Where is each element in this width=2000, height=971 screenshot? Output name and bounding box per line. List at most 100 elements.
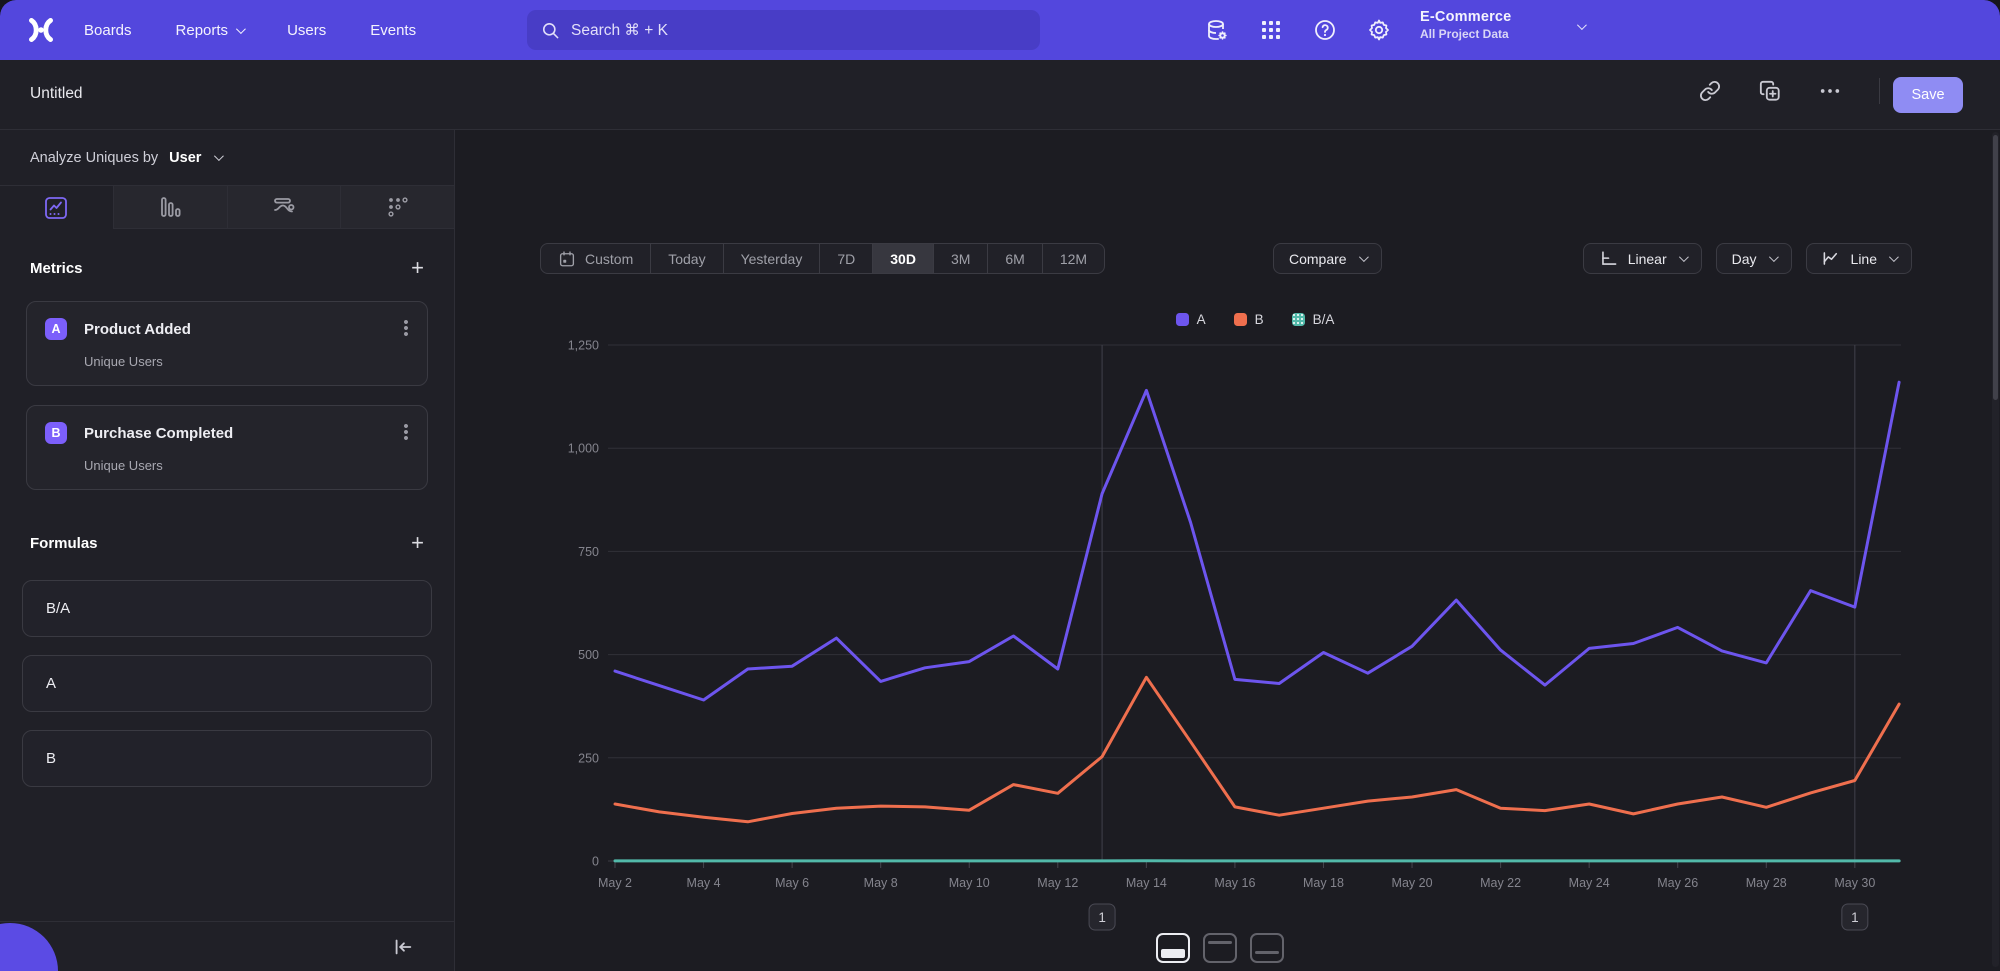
annotation-badge-label: 1 (1851, 910, 1859, 925)
formula-card-b-a[interactable]: B/A (22, 580, 432, 637)
insights-tab-icon (43, 195, 69, 221)
x-axis-label: May 14 (1126, 876, 1167, 890)
share-link-icon[interactable] (1699, 80, 1721, 102)
formula-card-a[interactable]: A (22, 655, 432, 712)
y-axis-label: 1,000 (568, 442, 599, 456)
y-axis-label: 0 (592, 855, 599, 869)
sidebar: Analyze Uniques by User Metrics + A Produ… (0, 130, 455, 971)
x-axis-label: May 30 (1834, 876, 1875, 890)
layout-table-toggle[interactable] (1250, 933, 1284, 963)
y-axis-label: 750 (578, 545, 599, 559)
annotation-badge-label: 1 (1098, 910, 1106, 925)
analyze-value: User (169, 150, 201, 166)
project-selector[interactable]: E-Commerce All Project Data (1420, 9, 1570, 41)
series-line-b[interactable] (615, 677, 1899, 822)
x-axis-label: May 10 (949, 876, 990, 890)
tab-retention-tab[interactable] (341, 186, 454, 229)
x-axis-label: May 28 (1746, 876, 1787, 890)
nav-item-label: Users (287, 22, 326, 39)
bar-tab-icon (157, 194, 183, 220)
project-name: E-Commerce (1420, 9, 1570, 25)
layout-chart-toggle[interactable] (1156, 933, 1190, 963)
metrics-list: A Product Added • • • Unique Users B Purchase… (0, 301, 454, 490)
metric-menu-icon[interactable]: • • • (403, 424, 409, 443)
x-axis-label: May 12 (1037, 876, 1078, 890)
nav-item-events[interactable]: Events (370, 22, 416, 39)
add-metric-button[interactable]: + (411, 257, 424, 279)
series-line-a[interactable] (615, 382, 1899, 700)
x-axis-label: May 8 (864, 876, 898, 890)
report-header: Untitled Save (0, 60, 2000, 130)
analyze-uniques-row[interactable]: Analyze Uniques by User (0, 130, 454, 186)
scrollbar-thumb[interactable] (1993, 135, 1998, 400)
analyze-label: Analyze Uniques by (30, 150, 158, 166)
save-button[interactable]: Save (1893, 77, 1963, 113)
metric-badge: A (45, 318, 67, 340)
y-axis-label: 250 (578, 751, 599, 765)
project-scope: All Project Data (1420, 27, 1570, 41)
nav-item-users[interactable]: Users (287, 22, 326, 39)
metric-card-a[interactable]: A Product Added • • • Unique Users (26, 301, 428, 386)
metric-card-b[interactable]: B Purchase Completed • • • Unique Users (26, 405, 428, 490)
tab-flows-tab[interactable] (228, 186, 342, 229)
tab-insights-tab[interactable] (0, 186, 114, 229)
x-axis-label: May 18 (1303, 876, 1344, 890)
nav-utility-icons (1205, 0, 1391, 60)
formula-card-b[interactable]: B (22, 730, 432, 787)
search-input[interactable]: Search ⌘ + K (527, 10, 1040, 50)
metric-name: Product Added (84, 321, 386, 338)
retention-tab-icon (385, 194, 411, 220)
layout-split-toggle[interactable] (1203, 933, 1237, 963)
add-formula-button[interactable]: + (411, 532, 424, 554)
help-icon[interactable] (1313, 18, 1337, 42)
data-connections-icon[interactable] (1205, 18, 1229, 42)
x-axis-label: May 26 (1657, 876, 1698, 890)
x-axis-label: May 16 (1214, 876, 1255, 890)
nav-item-reports[interactable]: Reports (176, 22, 244, 39)
formula-expression: A (46, 675, 56, 692)
divider (1879, 78, 1880, 104)
metrics-title: Metrics (30, 260, 83, 277)
apps-grid-icon[interactable] (1259, 18, 1283, 42)
formulas-list: B/A A B (0, 580, 454, 787)
metric-menu-icon[interactable]: • • • (403, 320, 409, 339)
collapse-sidebar-icon[interactable] (392, 936, 414, 958)
tab-bar-tab[interactable] (114, 186, 228, 229)
formula-expression: B (46, 750, 56, 767)
top-nav: Boards Reports Users Events Search ⌘ + K E-… (0, 0, 2000, 60)
x-axis-label: May 2 (598, 876, 632, 890)
nav-menu: Boards Reports Users Events (84, 22, 416, 39)
mixpanel-logo[interactable] (24, 13, 58, 47)
report-title[interactable]: Untitled (30, 85, 83, 103)
app-window: Boards Reports Users Events Search ⌘ + K E-… (0, 0, 2000, 971)
chart-svg: 02505007501,0001,250May 2May 4May 6May 8… (456, 130, 2000, 971)
nav-item-label: Events (370, 22, 416, 39)
nav-item-label: Boards (84, 22, 132, 39)
metric-badge: B (45, 422, 67, 444)
nav-item-label: Reports (176, 22, 229, 39)
scrollbar[interactable] (1992, 132, 1999, 967)
more-options-icon[interactable] (1819, 80, 1841, 102)
y-axis-label: 500 (578, 648, 599, 662)
chevron-down-icon (1577, 20, 1587, 30)
formula-expression: B/A (46, 600, 70, 617)
chevron-down-icon (214, 151, 224, 161)
search-icon (541, 21, 560, 40)
flows-tab-icon (271, 194, 297, 220)
search-placeholder: Search ⌘ + K (571, 21, 668, 40)
settings-gear-icon[interactable] (1367, 18, 1391, 42)
duplicate-icon[interactable] (1759, 80, 1781, 102)
chart-panel: CustomTodayYesterday7D30D3M6M12M Compare… (456, 130, 2000, 971)
x-axis-label: May 6 (775, 876, 809, 890)
nav-item-boards[interactable]: Boards (84, 22, 132, 39)
metric-name: Purchase Completed (84, 425, 386, 442)
formulas-title: Formulas (30, 535, 98, 552)
chevron-down-icon (236, 24, 246, 34)
x-axis-label: May 4 (687, 876, 721, 890)
layout-toggles (1156, 933, 1284, 963)
x-axis-label: May 22 (1480, 876, 1521, 890)
metric-aggregation[interactable]: Unique Users (84, 458, 409, 473)
metric-aggregation[interactable]: Unique Users (84, 354, 409, 369)
report-type-tabs (0, 186, 454, 229)
x-axis-label: May 24 (1569, 876, 1610, 890)
